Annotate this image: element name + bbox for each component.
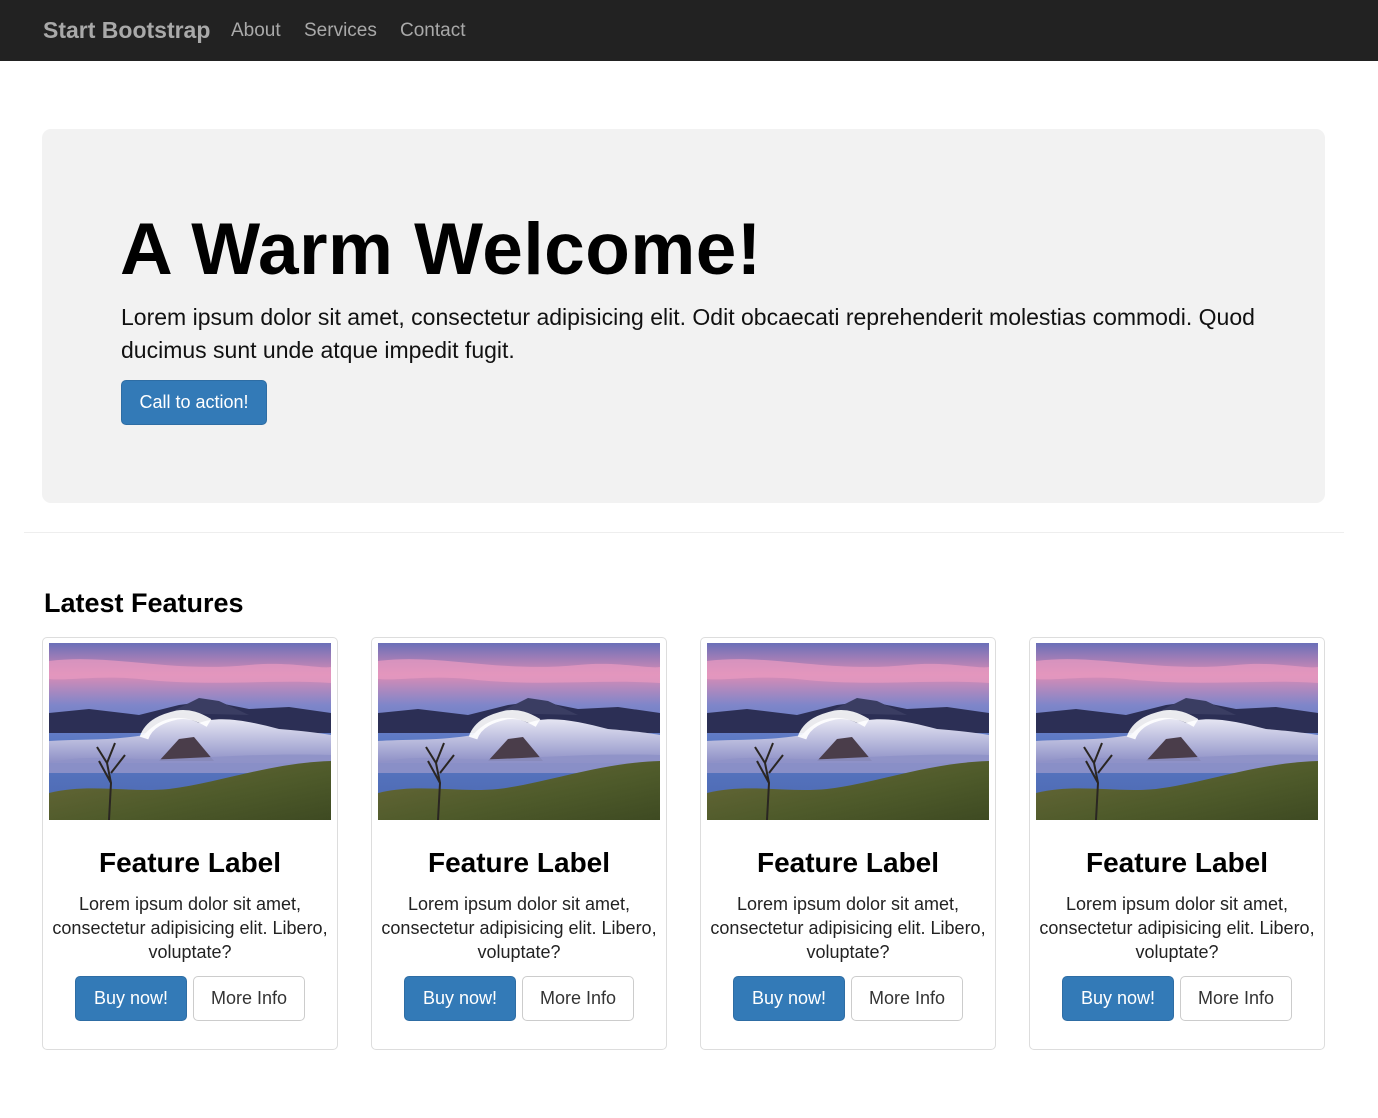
hero-text: Lorem ipsum dolor sit amet, consectetur … [121,304,1255,363]
more-info-button[interactable]: More Info [1180,976,1292,1021]
more-info-button[interactable]: More Info [851,976,963,1021]
feature-label: Feature Label [98,847,282,878]
hero-heading: A Warm Welcome! [120,209,762,290]
call-to-action-button[interactable]: Call to action! [121,380,267,425]
feature-image [49,643,331,820]
buy-now-button[interactable]: Buy now! [404,976,516,1021]
nav-link-contact[interactable]: Contact [400,19,465,43]
more-info-button[interactable]: More Info [522,976,634,1021]
buy-now-button[interactable]: Buy now! [733,976,845,1021]
feature-card: Feature Label Lorem ipsum dolor sit amet… [700,637,996,1050]
feature-label: Feature Label [1085,847,1269,878]
feature-card: Feature Label Lorem ipsum dolor sit amet… [371,637,667,1050]
features-section-title: Latest Features [44,588,244,618]
volcano-landscape-image [707,643,989,820]
top-navbar: Start Bootstrap About Services Contact [0,0,1378,61]
brand-link[interactable]: Start Bootstrap [43,16,210,44]
section-divider [24,532,1344,533]
feature-label: Feature Label [756,847,940,878]
feature-text: Lorem ipsum dolor sit amet, consectetur … [52,894,328,962]
nav-link-about[interactable]: About [231,19,281,43]
feature-label: Feature Label [427,847,611,878]
nav-link-services[interactable]: Services [304,19,377,43]
more-info-button[interactable]: More Info [193,976,305,1021]
feature-text: Lorem ipsum dolor sit amet, consectetur … [381,894,657,962]
buy-now-button[interactable]: Buy now! [75,976,187,1021]
feature-text: Lorem ipsum dolor sit amet, consectetur … [1039,894,1315,962]
feature-image [1036,643,1318,820]
volcano-landscape-image [49,643,331,820]
feature-image [378,643,660,820]
feature-card: Feature Label Lorem ipsum dolor sit amet… [42,637,338,1050]
feature-text: Lorem ipsum dolor sit amet, consectetur … [710,894,986,962]
buy-now-button[interactable]: Buy now! [1062,976,1174,1021]
hero-jumbotron: A Warm Welcome! Lorem ipsum dolor sit am… [42,129,1325,503]
feature-card: Feature Label Lorem ipsum dolor sit amet… [1029,637,1325,1050]
volcano-landscape-image [1036,643,1318,820]
volcano-landscape-image [378,643,660,820]
feature-image [707,643,989,820]
